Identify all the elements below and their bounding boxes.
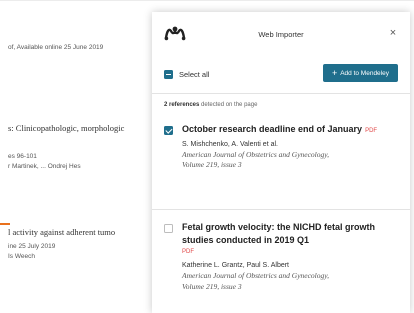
article-date-line: ine 25 July 2019 [8, 243, 56, 250]
references-count-number: 2 references [164, 102, 200, 108]
reference-item[interactable]: October research deadline end of January… [152, 120, 410, 210]
reference-checkbox-unchecked[interactable] [164, 224, 173, 233]
article-pages-line: es 96-101 [8, 153, 37, 160]
reference-item[interactable]: Fetal growth velocity: the NICHD fetal g… [152, 218, 410, 313]
reference-journal: American Journal of Obstetrics and Gynec… [182, 271, 330, 280]
reference-authors: Katherine L. Grantz, Paul S. Albert [182, 262, 290, 269]
references-count: 2 references detected on the page [164, 102, 257, 108]
page-top-border [0, 0, 414, 1]
references-count-suffix: detected on the page [201, 102, 258, 108]
pdf-badge[interactable]: PDF [182, 246, 402, 259]
select-all-label: Select all [179, 70, 210, 79]
select-all-checkbox[interactable]: Select all [164, 70, 209, 79]
reference-volume: Volume 219, issue 3 [182, 281, 242, 291]
importer-toolbar: Select all + Add to Mendeley [152, 58, 410, 94]
panel-title: Web Importer [258, 30, 304, 39]
article-accent-bar [0, 223, 10, 225]
reference-authors: S. Mishchenko, A. Valenti et al. [182, 140, 278, 148]
reference-checkbox-checked[interactable] [164, 126, 173, 135]
article-availability-line: of, Available online 25 June 2019 [8, 44, 104, 51]
article-authors-line: r Martinek, ... Ondrej Hes [8, 163, 81, 170]
reference-title: October research deadline end of January [182, 124, 363, 134]
plus-icon: + [331, 67, 338, 78]
panel-header: Web Importer × [152, 12, 410, 58]
article-authors-line-2: Is Weech [8, 253, 35, 260]
pdf-badge[interactable]: PDF [365, 128, 377, 134]
reference-journal: American Journal of Obstetrics and Gynec… [182, 149, 330, 159]
add-to-mendeley-button[interactable]: + Add to Mendeley [322, 64, 398, 82]
add-to-mendeley-label: Add to Mendeley [340, 69, 389, 77]
article-title-fragment[interactable]: s: Clinicopathologic, morphologic [8, 123, 124, 133]
reference-volume: Volume 219, issue 3 [182, 160, 242, 169]
indeterminate-checkbox-icon [164, 70, 173, 79]
reference-title: Fetal growth velocity: the NICHD fetal g… [182, 222, 376, 245]
article-title-fragment-2[interactable]: l activity against adherent tumo [8, 227, 115, 237]
close-button[interactable]: × [386, 26, 400, 40]
web-importer-panel: Web Importer × Select all + Add to Mende… [152, 12, 410, 313]
